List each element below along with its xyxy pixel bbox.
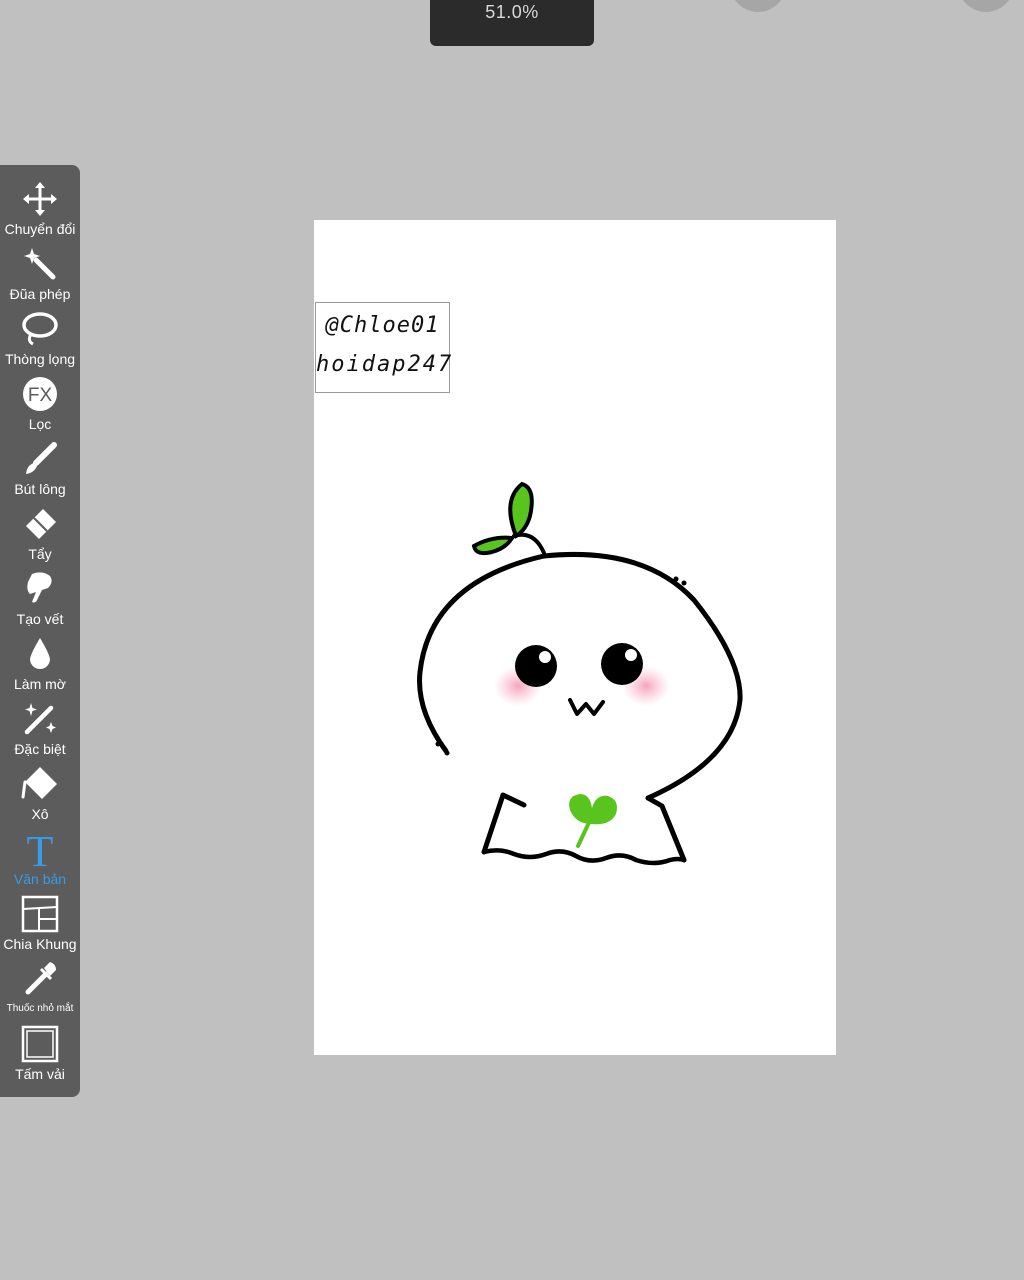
- text-t-icon: T: [20, 828, 60, 870]
- tool-label: Thòng lọng: [4, 351, 76, 367]
- tool-eraser[interactable]: Tẩy: [0, 504, 80, 569]
- text-layer-box[interactable]: @Chloe01 hoidap247: [315, 302, 454, 393]
- smudge-finger-icon: [20, 569, 60, 609]
- tool-label: Chuyển đổi: [4, 221, 76, 237]
- tool-label: Đặc biệt: [14, 741, 66, 757]
- top-toolbar-button[interactable]: [958, 0, 1014, 12]
- text-line-username: @Chloe01: [325, 313, 440, 338]
- tool-label: Tẩy: [28, 546, 52, 562]
- top-toolbar-button[interactable]: [730, 0, 786, 12]
- tool-label: Tấm vải: [15, 1066, 65, 1082]
- fx-filter-icon: FX: [20, 374, 60, 414]
- tool-label: Đũa phép: [9, 286, 71, 302]
- tool-label: Tạo vết: [16, 611, 64, 627]
- tool-filter[interactable]: FX Lọc: [0, 374, 80, 439]
- blur-drop-icon: [20, 634, 60, 674]
- tool-label: Chia Khung: [3, 936, 77, 952]
- tool-blur[interactable]: Làm mờ: [0, 634, 80, 699]
- text-line-site: hoidap247: [316, 352, 454, 377]
- special-sparkle-wand-icon: [20, 699, 60, 739]
- zoom-level-text: 51.0%: [485, 2, 539, 22]
- tool-text[interactable]: T Văn bản: [0, 828, 80, 894]
- tool-eyedropper[interactable]: Thuốc nhỏ mắt: [0, 959, 80, 1024]
- tool-magic-wand[interactable]: Đũa phép: [0, 244, 80, 309]
- tool-label: Làm mờ: [14, 676, 66, 692]
- lasso-icon: [20, 309, 60, 349]
- tool-bucket[interactable]: Xô: [0, 764, 80, 829]
- magic-wand-icon: [20, 244, 60, 284]
- tool-special[interactable]: Đặc biệt: [0, 699, 80, 764]
- move-arrows-icon: [20, 179, 60, 219]
- tool-label: Xô: [31, 806, 49, 822]
- bucket-fill-icon: [20, 764, 60, 804]
- tool-label: Lọc: [28, 416, 52, 432]
- tool-brush[interactable]: Bút lông: [0, 439, 80, 504]
- tool-label: Bút lông: [14, 481, 66, 497]
- tool-transform[interactable]: Chuyển đổi: [0, 179, 80, 244]
- tool-sidebar: Chuyển đổi Đũa phép Thòng lọng FX Lọc Bú…: [0, 165, 80, 1097]
- eyedropper-icon: [20, 959, 60, 999]
- svg-text:T: T: [27, 828, 54, 870]
- tool-label: Văn bản: [13, 871, 67, 887]
- tool-smudge[interactable]: Tạo vết: [0, 569, 80, 634]
- frame-divider-icon: [20, 894, 60, 934]
- zoom-indicator: 51.0%: [430, 0, 594, 46]
- tool-label: Thuốc nhỏ mắt: [6, 1003, 74, 1014]
- tool-lasso[interactable]: Thòng lọng: [0, 309, 80, 374]
- tool-canvas[interactable]: Tấm vải: [0, 1024, 80, 1089]
- brush-icon: [20, 439, 60, 479]
- canvas-icon: [20, 1024, 60, 1064]
- svg-text:FX: FX: [28, 385, 53, 406]
- tool-frame-divider[interactable]: Chia Khung: [0, 894, 80, 959]
- drawing-canvas[interactable]: @Chloe01 hoidap247: [314, 220, 836, 1055]
- eraser-icon: [20, 504, 60, 544]
